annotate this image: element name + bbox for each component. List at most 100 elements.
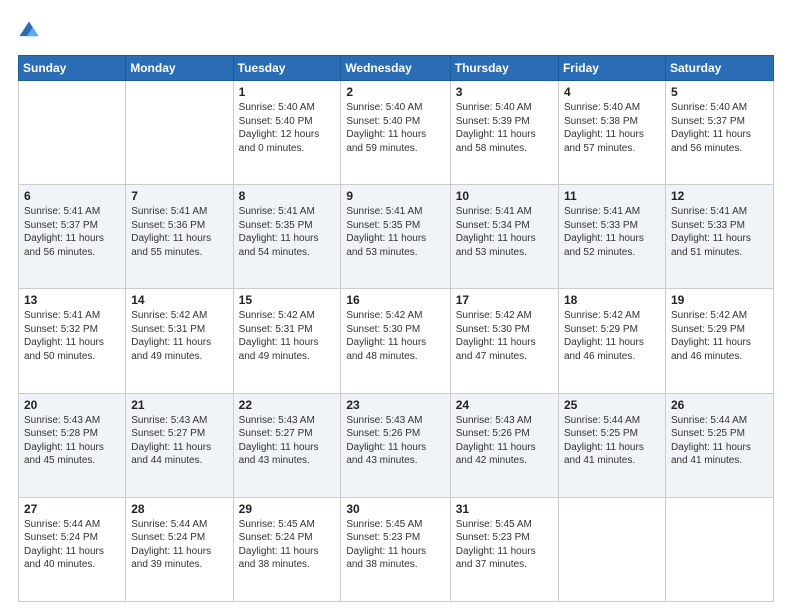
calendar-cell: 20 Sunrise: 5:43 AMSunset: 5:28 PMDayligh… xyxy=(19,393,126,497)
day-number: 2 xyxy=(346,85,444,99)
calendar-cell: 21 Sunrise: 5:43 AMSunset: 5:27 PMDayligh… xyxy=(126,393,233,497)
day-info: Sunrise: 5:41 AMSunset: 5:34 PMDaylight:… xyxy=(456,205,553,259)
calendar-cell: 7 Sunrise: 5:41 AMSunset: 5:36 PMDaylight… xyxy=(126,185,233,289)
calendar-week-row: 20 Sunrise: 5:43 AMSunset: 5:28 PMDayligh… xyxy=(19,393,774,497)
day-number: 14 xyxy=(131,293,227,307)
day-info: Sunrise: 5:42 AMSunset: 5:29 PMDaylight:… xyxy=(564,309,660,363)
calendar-cell: 23Sunrise: 5:43 AMSunset: 5:26 PMDayligh… xyxy=(341,393,450,497)
calendar-cell: 8 Sunrise: 5:41 AMSunset: 5:35 PMDaylight… xyxy=(233,185,341,289)
header xyxy=(18,18,774,47)
day-info: Sunrise: 5:40 AMSunset: 5:38 PMDaylight:… xyxy=(564,101,660,155)
calendar-cell: 28Sunrise: 5:44 AMSunset: 5:24 PMDayligh… xyxy=(126,497,233,601)
page: SundayMondayTuesdayWednesdayThursdayFrid… xyxy=(0,0,792,612)
day-info: Sunrise: 5:44 AMSunset: 5:24 PMDaylight:… xyxy=(24,518,120,572)
calendar-week-row: 1 Sunrise: 5:40 AMSunset: 5:40 PMDaylight… xyxy=(19,81,774,185)
calendar-cell: 1 Sunrise: 5:40 AMSunset: 5:40 PMDaylight… xyxy=(233,81,341,185)
day-info: Sunrise: 5:42 AMSunset: 5:30 PMDaylight:… xyxy=(346,309,444,363)
calendar-cell: 4 Sunrise: 5:40 AMSunset: 5:38 PMDaylight… xyxy=(558,81,665,185)
day-info: Sunrise: 5:43 AMSunset: 5:26 PMDaylight:… xyxy=(346,414,444,468)
calendar-header-saturday: Saturday xyxy=(665,56,773,81)
logo-icon xyxy=(18,20,40,42)
day-number: 25 xyxy=(564,398,660,412)
day-number: 11 xyxy=(564,189,660,203)
day-number: 7 xyxy=(131,189,227,203)
day-info: Sunrise: 5:41 AMSunset: 5:36 PMDaylight:… xyxy=(131,205,227,259)
day-number: 4 xyxy=(564,85,660,99)
day-number: 1 xyxy=(239,85,336,99)
calendar-header-thursday: Thursday xyxy=(450,56,558,81)
calendar-header-monday: Monday xyxy=(126,56,233,81)
day-number: 17 xyxy=(456,293,553,307)
day-number: 16 xyxy=(346,293,444,307)
logo xyxy=(18,18,42,47)
day-info: Sunrise: 5:42 AMSunset: 5:30 PMDaylight:… xyxy=(456,309,553,363)
calendar-cell: 30Sunrise: 5:45 AMSunset: 5:23 PMDayligh… xyxy=(341,497,450,601)
calendar-cell: 3 Sunrise: 5:40 AMSunset: 5:39 PMDaylight… xyxy=(450,81,558,185)
day-info: Sunrise: 5:40 AMSunset: 5:40 PMDaylight:… xyxy=(346,101,444,155)
day-number: 5 xyxy=(671,85,768,99)
day-info: Sunrise: 5:42 AMSunset: 5:29 PMDaylight:… xyxy=(671,309,768,363)
day-number: 18 xyxy=(564,293,660,307)
day-number: 8 xyxy=(239,189,336,203)
day-number: 20 xyxy=(24,398,120,412)
day-number: 22 xyxy=(239,398,336,412)
day-number: 24 xyxy=(456,398,553,412)
day-number: 19 xyxy=(671,293,768,307)
calendar-cell: 26 Sunrise: 5:44 AMSunset: 5:25 PMDayligh… xyxy=(665,393,773,497)
day-number: 29 xyxy=(239,502,336,516)
calendar-cell: 11Sunrise: 5:41 AMSunset: 5:33 PMDayligh… xyxy=(558,185,665,289)
day-number: 6 xyxy=(24,189,120,203)
calendar-cell: 29 Sunrise: 5:45 AMSunset: 5:24 PMDayligh… xyxy=(233,497,341,601)
day-number: 27 xyxy=(24,502,120,516)
day-number: 13 xyxy=(24,293,120,307)
day-info: Sunrise: 5:41 AMSunset: 5:37 PMDaylight:… xyxy=(24,205,120,259)
calendar-cell: 5 Sunrise: 5:40 AMSunset: 5:37 PMDaylight… xyxy=(665,81,773,185)
calendar-cell xyxy=(126,81,233,185)
day-number: 3 xyxy=(456,85,553,99)
day-info: Sunrise: 5:44 AMSunset: 5:25 PMDaylight:… xyxy=(564,414,660,468)
day-info: Sunrise: 5:43 AMSunset: 5:27 PMDaylight:… xyxy=(239,414,336,468)
calendar-header-sunday: Sunday xyxy=(19,56,126,81)
day-info: Sunrise: 5:40 AMSunset: 5:39 PMDaylight:… xyxy=(456,101,553,155)
calendar-cell xyxy=(665,497,773,601)
calendar-cell: 12 Sunrise: 5:41 AMSunset: 5:33 PMDayligh… xyxy=(665,185,773,289)
day-info: Sunrise: 5:41 AMSunset: 5:32 PMDaylight:… xyxy=(24,309,120,363)
day-info: Sunrise: 5:41 AMSunset: 5:33 PMDaylight:… xyxy=(671,205,768,259)
calendar-week-row: 27 Sunrise: 5:44 AMSunset: 5:24 PMDayligh… xyxy=(19,497,774,601)
calendar-cell: 27 Sunrise: 5:44 AMSunset: 5:24 PMDayligh… xyxy=(19,497,126,601)
day-info: Sunrise: 5:43 AMSunset: 5:28 PMDaylight:… xyxy=(24,414,120,468)
day-number: 21 xyxy=(131,398,227,412)
day-info: Sunrise: 5:44 AMSunset: 5:25 PMDaylight:… xyxy=(671,414,768,468)
calendar-header-row: SundayMondayTuesdayWednesdayThursdayFrid… xyxy=(19,56,774,81)
calendar-header-tuesday: Tuesday xyxy=(233,56,341,81)
day-number: 12 xyxy=(671,189,768,203)
calendar-cell: 17 Sunrise: 5:42 AMSunset: 5:30 PMDayligh… xyxy=(450,289,558,393)
calendar-cell: 13 Sunrise: 5:41 AMSunset: 5:32 PMDayligh… xyxy=(19,289,126,393)
calendar-cell: 18 Sunrise: 5:42 AMSunset: 5:29 PMDayligh… xyxy=(558,289,665,393)
day-info: Sunrise: 5:45 AMSunset: 5:23 PMDaylight:… xyxy=(346,518,444,572)
calendar-cell: 22 Sunrise: 5:43 AMSunset: 5:27 PMDayligh… xyxy=(233,393,341,497)
calendar-cell xyxy=(19,81,126,185)
day-info: Sunrise: 5:43 AMSunset: 5:26 PMDaylight:… xyxy=(456,414,553,468)
calendar-cell: 16 Sunrise: 5:42 AMSunset: 5:30 PMDayligh… xyxy=(341,289,450,393)
day-info: Sunrise: 5:40 AMSunset: 5:37 PMDaylight:… xyxy=(671,101,768,155)
calendar-cell: 9Sunrise: 5:41 AMSunset: 5:35 PMDaylight… xyxy=(341,185,450,289)
calendar-cell: 10 Sunrise: 5:41 AMSunset: 5:34 PMDayligh… xyxy=(450,185,558,289)
calendar-week-row: 13 Sunrise: 5:41 AMSunset: 5:32 PMDayligh… xyxy=(19,289,774,393)
day-info: Sunrise: 5:42 AMSunset: 5:31 PMDaylight:… xyxy=(131,309,227,363)
day-info: Sunrise: 5:44 AMSunset: 5:24 PMDaylight:… xyxy=(131,518,227,572)
calendar-header-wednesday: Wednesday xyxy=(341,56,450,81)
calendar-cell: 15Sunrise: 5:42 AMSunset: 5:31 PMDayligh… xyxy=(233,289,341,393)
calendar-cell: 25 Sunrise: 5:44 AMSunset: 5:25 PMDayligh… xyxy=(558,393,665,497)
calendar-cell xyxy=(558,497,665,601)
day-number: 9 xyxy=(346,189,444,203)
day-info: Sunrise: 5:40 AMSunset: 5:40 PMDaylight:… xyxy=(239,101,336,155)
calendar-cell: 2 Sunrise: 5:40 AMSunset: 5:40 PMDaylight… xyxy=(341,81,450,185)
calendar-table: SundayMondayTuesdayWednesdayThursdayFrid… xyxy=(18,55,774,602)
day-number: 10 xyxy=(456,189,553,203)
day-info: Sunrise: 5:43 AMSunset: 5:27 PMDaylight:… xyxy=(131,414,227,468)
day-number: 15 xyxy=(239,293,336,307)
day-info: Sunrise: 5:41 AMSunset: 5:35 PMDaylight:… xyxy=(239,205,336,259)
day-info: Sunrise: 5:45 AMSunset: 5:24 PMDaylight:… xyxy=(239,518,336,572)
day-number: 26 xyxy=(671,398,768,412)
